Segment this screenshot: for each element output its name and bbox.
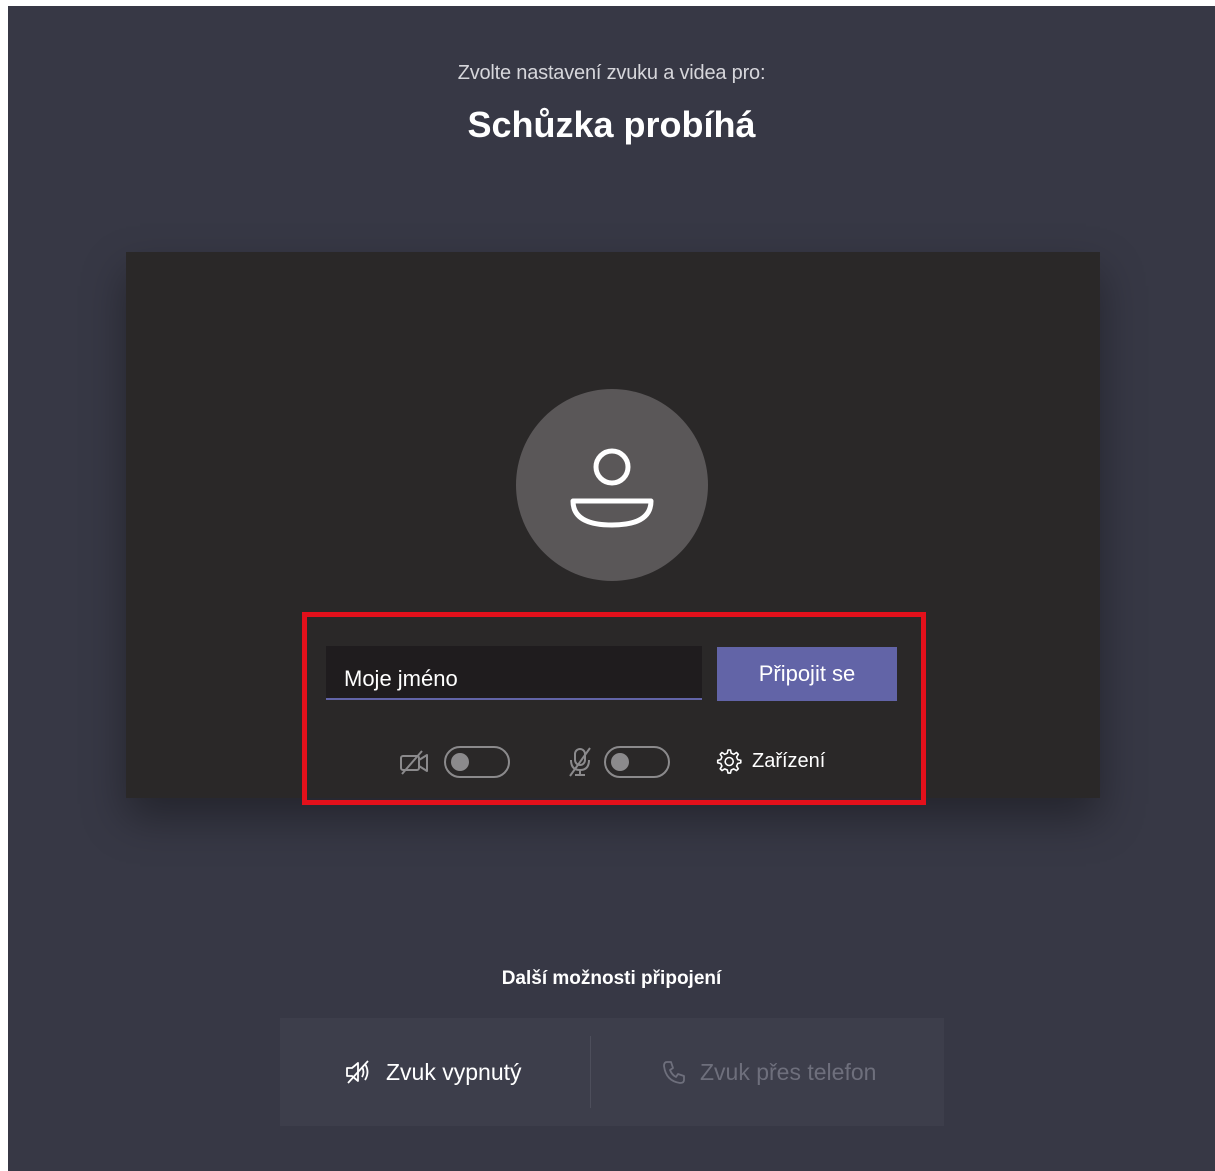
more-options-bar: Zvuk vypnutý Zvuk přes telefon (280, 1018, 944, 1126)
phone-audio-label: Zvuk přes telefon (700, 1058, 877, 1085)
avatar (516, 389, 708, 581)
microphone-toggle[interactable] (604, 746, 670, 778)
camera-toggle-knob (451, 753, 469, 771)
phone-icon (663, 1061, 685, 1084)
devices-label: Zařízení (752, 749, 826, 772)
phone-audio-option[interactable]: Zvuk přes telefon (660, 1018, 876, 1126)
audio-off-option[interactable]: Zvuk vypnutý (344, 1018, 522, 1126)
speaker-off-icon (346, 1060, 369, 1084)
person-icon (570, 448, 654, 528)
meeting-title: Schůzka probíhá (467, 104, 756, 145)
more-options-title: Další možnosti připojení (501, 968, 722, 989)
options-divider (590, 1036, 591, 1108)
video-preview: Připojit se Zařízení (126, 252, 1100, 798)
devices-button[interactable]: Zařízení (714, 746, 825, 776)
microphone-off-icon (569, 747, 591, 777)
meeting-prejoin-screen: Zvolte nastavení zvuku a videa pro: Schů… (8, 6, 1215, 1171)
camera-toggle[interactable] (444, 746, 510, 778)
camera-off-icon (400, 750, 428, 775)
page-subtitle: Zvolte nastavení zvuku a videa pro: (457, 62, 766, 84)
audio-off-label: Zvuk vypnutý (386, 1058, 522, 1085)
name-input[interactable] (326, 646, 702, 700)
join-button[interactable]: Připojit se (717, 647, 897, 701)
microphone-toggle-knob (611, 753, 629, 771)
gear-icon (716, 749, 742, 774)
